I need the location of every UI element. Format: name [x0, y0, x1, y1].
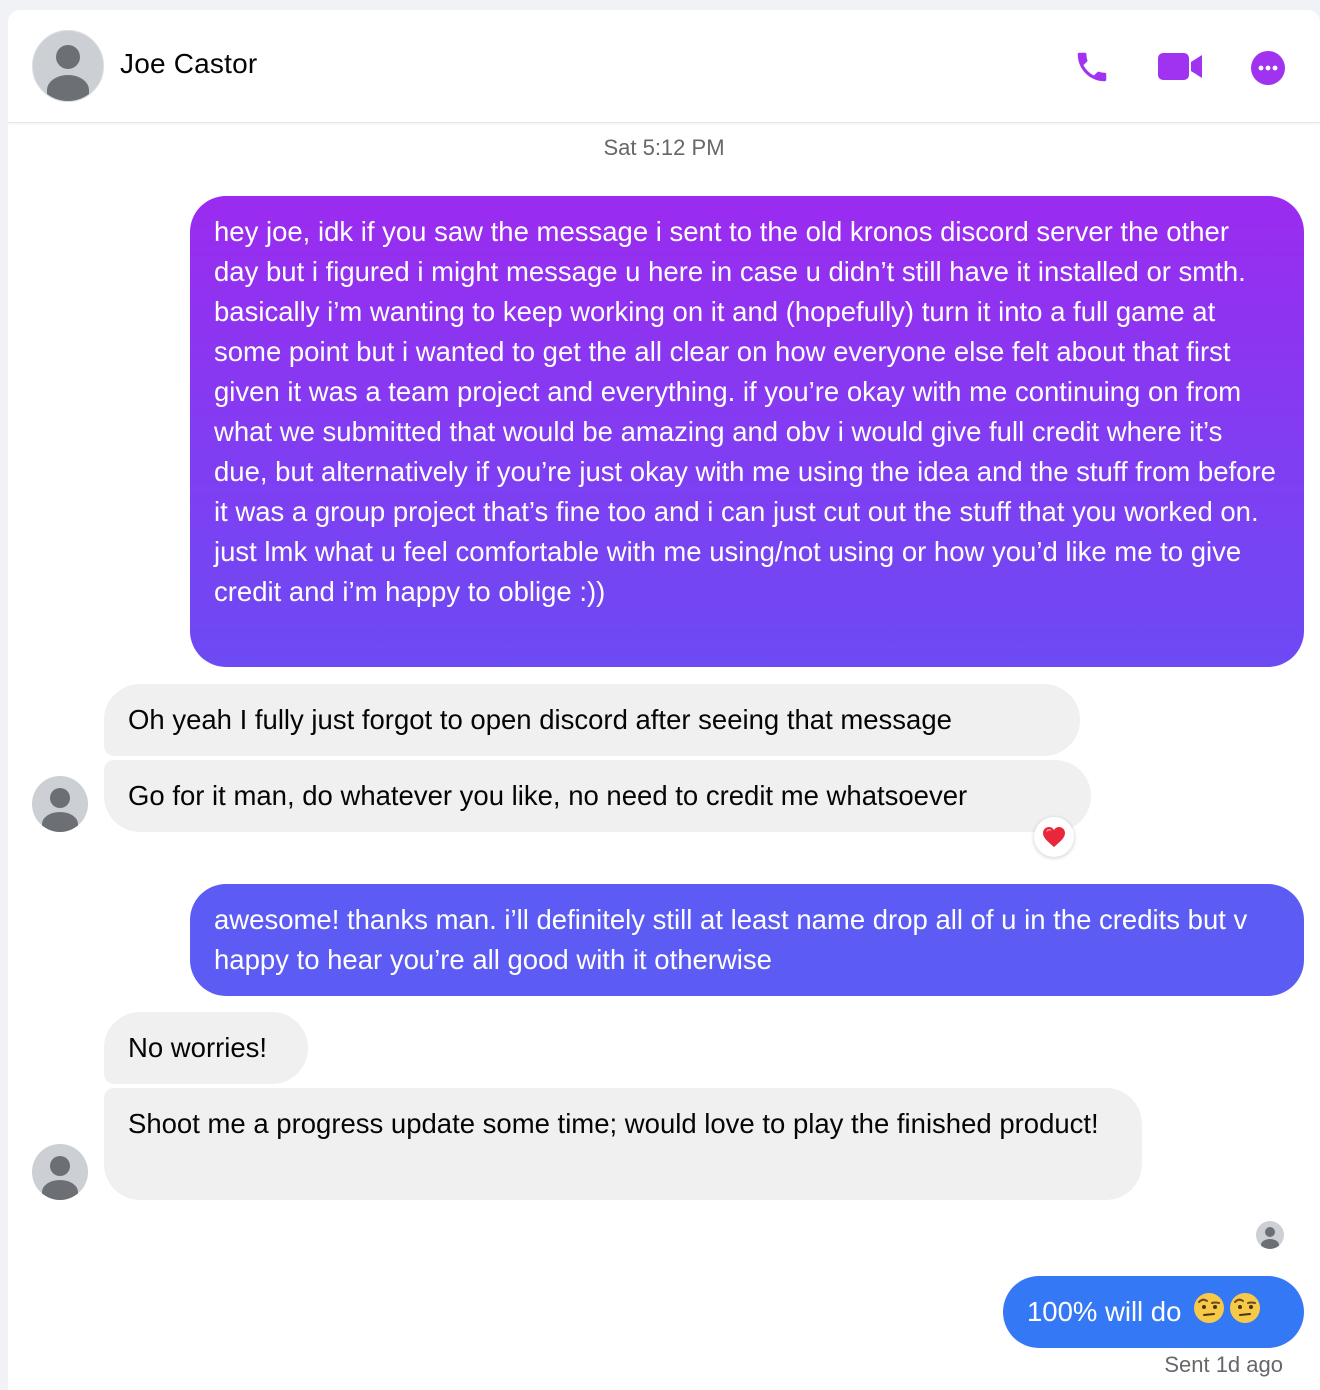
sender-avatar[interactable]: [32, 776, 88, 832]
sent-status: Sent 1d ago: [1164, 1352, 1283, 1377]
heart-reaction-icon[interactable]: [1034, 817, 1074, 857]
conversation-header: Joe Castor: [8, 10, 1320, 123]
message-bubble-incoming[interactable]: Shoot me a progress update some time; wo…: [104, 1088, 1142, 1200]
conversation-timestamp: Sat 5:12 PM: [603, 135, 725, 160]
seen-by-avatar: [1256, 1221, 1284, 1249]
video-camera-icon[interactable]: [1158, 48, 1202, 84]
message-text: 100% will do: [1027, 1296, 1182, 1327]
chat-window: Joe Castor Sat 5:12 PM hey joe, idk if y…: [8, 10, 1320, 1390]
contact-name[interactable]: Joe Castor: [120, 48, 257, 80]
message-bubble-outgoing[interactable]: 100% will do: [1003, 1276, 1304, 1348]
message-bubble-incoming[interactable]: Go for it man, do whatever you like, no …: [104, 760, 1091, 832]
message-bubble-outgoing[interactable]: awesome! thanks man. i’ll definitely sti…: [190, 884, 1304, 996]
contact-avatar[interactable]: [32, 30, 104, 102]
message-bubble-incoming[interactable]: No worries!: [104, 1012, 308, 1084]
raised-eyebrow-emoji-icon: [1193, 1292, 1225, 1335]
more-options-icon[interactable]: [1250, 50, 1290, 86]
raised-eyebrow-emoji-icon: [1229, 1292, 1261, 1335]
sender-avatar[interactable]: [32, 1144, 88, 1200]
message-bubble-incoming[interactable]: Oh yeah I fully just forgot to open disc…: [104, 684, 1080, 756]
message-bubble-outgoing[interactable]: hey joe, idk if you saw the message i se…: [190, 196, 1304, 667]
phone-icon[interactable]: [1072, 48, 1112, 84]
